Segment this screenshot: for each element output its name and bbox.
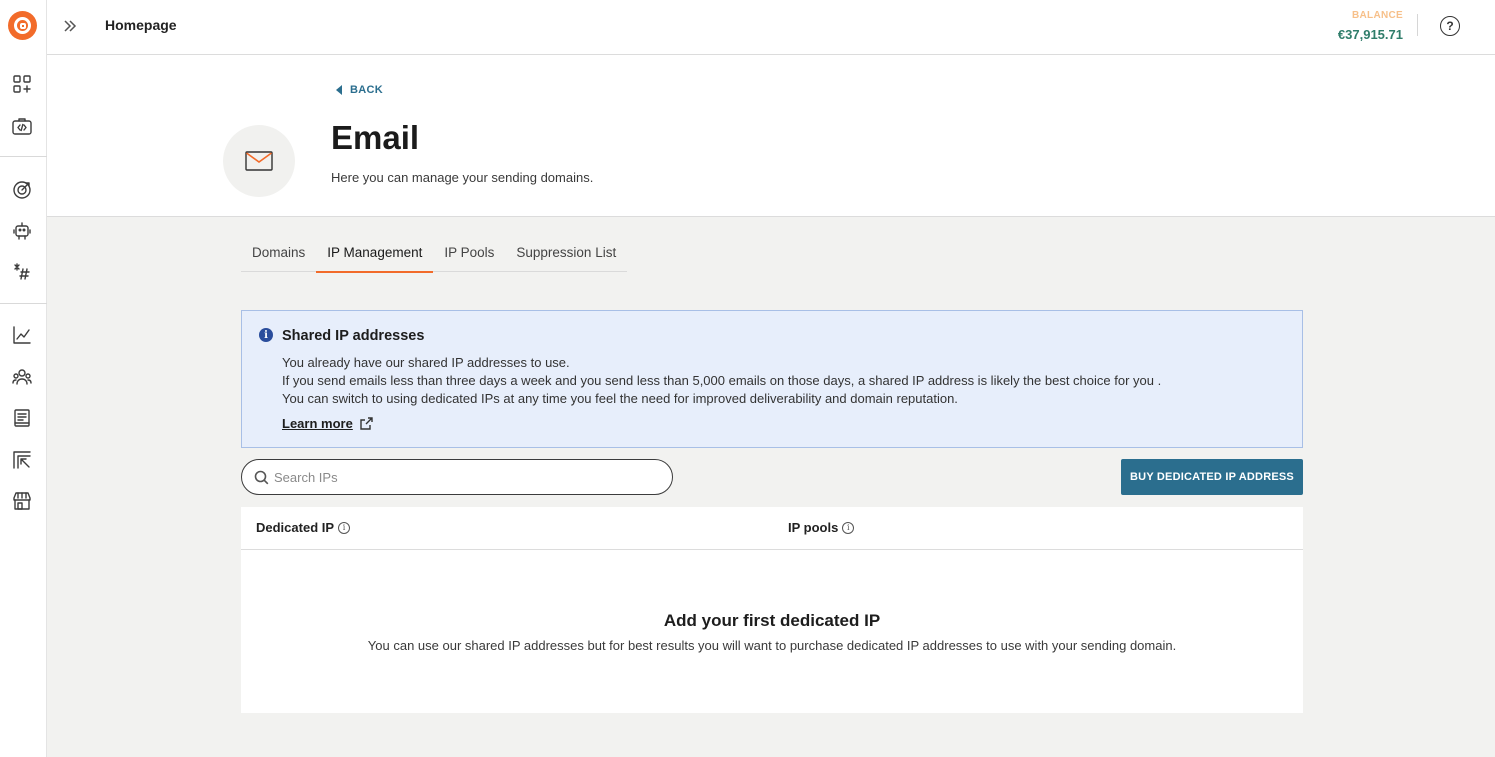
back-arrow-icon	[336, 85, 342, 95]
book-icon[interactable]	[11, 407, 33, 429]
column-header-dedicated-ip: Dedicated IP i	[256, 520, 351, 535]
robot-icon[interactable]	[11, 219, 33, 241]
back-link[interactable]: BACK	[336, 84, 383, 96]
external-link-icon	[360, 417, 373, 430]
empty-state-text: You can use our shared IP addresses but …	[367, 638, 1177, 653]
learn-more-link[interactable]: Learn more	[282, 416, 374, 431]
users-icon[interactable]	[11, 366, 33, 388]
column-header-ip-pools: IP pools i	[788, 520, 855, 535]
code-briefcase-icon[interactable]	[11, 115, 33, 137]
info-text-line: You can switch to using dedicated IPs at…	[282, 391, 958, 406]
shared-ip-info-box: i Shared IP addresses You already have o…	[241, 310, 1303, 448]
envelope-icon	[245, 151, 273, 171]
tab-suppression-list[interactable]: Suppression List	[505, 232, 627, 272]
store-icon[interactable]	[11, 490, 33, 512]
hashtag-icon[interactable]	[11, 261, 33, 283]
buy-dedicated-ip-button[interactable]: BUY DEDICATED IP ADDRESS	[1121, 459, 1303, 495]
tab-ip-management[interactable]: IP Management	[316, 232, 434, 273]
column-label: IP pools	[788, 520, 839, 535]
learn-more-label: Learn more	[282, 416, 353, 431]
tab-ip-pools[interactable]: IP Pools	[433, 232, 505, 272]
dedicated-ip-table: Dedicated IP i IP pools i Add your first…	[241, 507, 1303, 713]
sidebar-divider	[0, 303, 47, 304]
tab-domains[interactable]: Domains	[241, 232, 316, 272]
import-icon[interactable]	[11, 449, 33, 471]
empty-state-title: Add your first dedicated IP	[663, 611, 881, 630]
info-icon: i	[259, 328, 273, 342]
search-icon	[254, 470, 269, 485]
page-title: Email	[331, 119, 420, 156]
sidebar-divider	[0, 156, 47, 157]
sidebar	[0, 0, 47, 757]
tab-bar: Domains IP Management IP Pools Suppressi…	[241, 232, 628, 273]
search-input[interactable]	[274, 461, 654, 493]
breadcrumb: Homepage	[105, 17, 177, 33]
expand-sidebar-icon[interactable]	[61, 17, 79, 35]
column-label: Dedicated IP	[256, 520, 335, 535]
help-icon[interactable]: ?	[1440, 16, 1460, 36]
balance-label: BALANCE	[1352, 10, 1403, 21]
info-text-line: You already have our shared IP addresses…	[282, 355, 570, 370]
page-subtitle: Here you can manage your sending domains…	[331, 170, 594, 185]
top-bar: Homepage BALANCE €37,915.71 ?	[47, 0, 1495, 55]
back-label: BACK	[350, 84, 383, 96]
brand-logo[interactable]	[8, 11, 37, 40]
page-header: BACK Email Here you can manage your send…	[47, 55, 1495, 217]
table-header: Dedicated IP i IP pools i	[241, 507, 1303, 550]
chart-line-icon[interactable]	[11, 324, 33, 346]
search-field	[241, 459, 673, 495]
target-icon[interactable]	[11, 178, 33, 200]
info-text-line: If you send emails less than three days …	[282, 373, 1162, 388]
topbar-divider	[1417, 14, 1418, 36]
apps-add-icon[interactable]	[11, 73, 33, 95]
info-tooltip-icon[interactable]: i	[338, 521, 351, 534]
info-title: Shared IP addresses	[282, 328, 425, 344]
balance-value: €37,915.71	[1337, 27, 1403, 42]
info-tooltip-icon[interactable]: i	[842, 521, 855, 534]
email-avatar	[223, 125, 295, 197]
